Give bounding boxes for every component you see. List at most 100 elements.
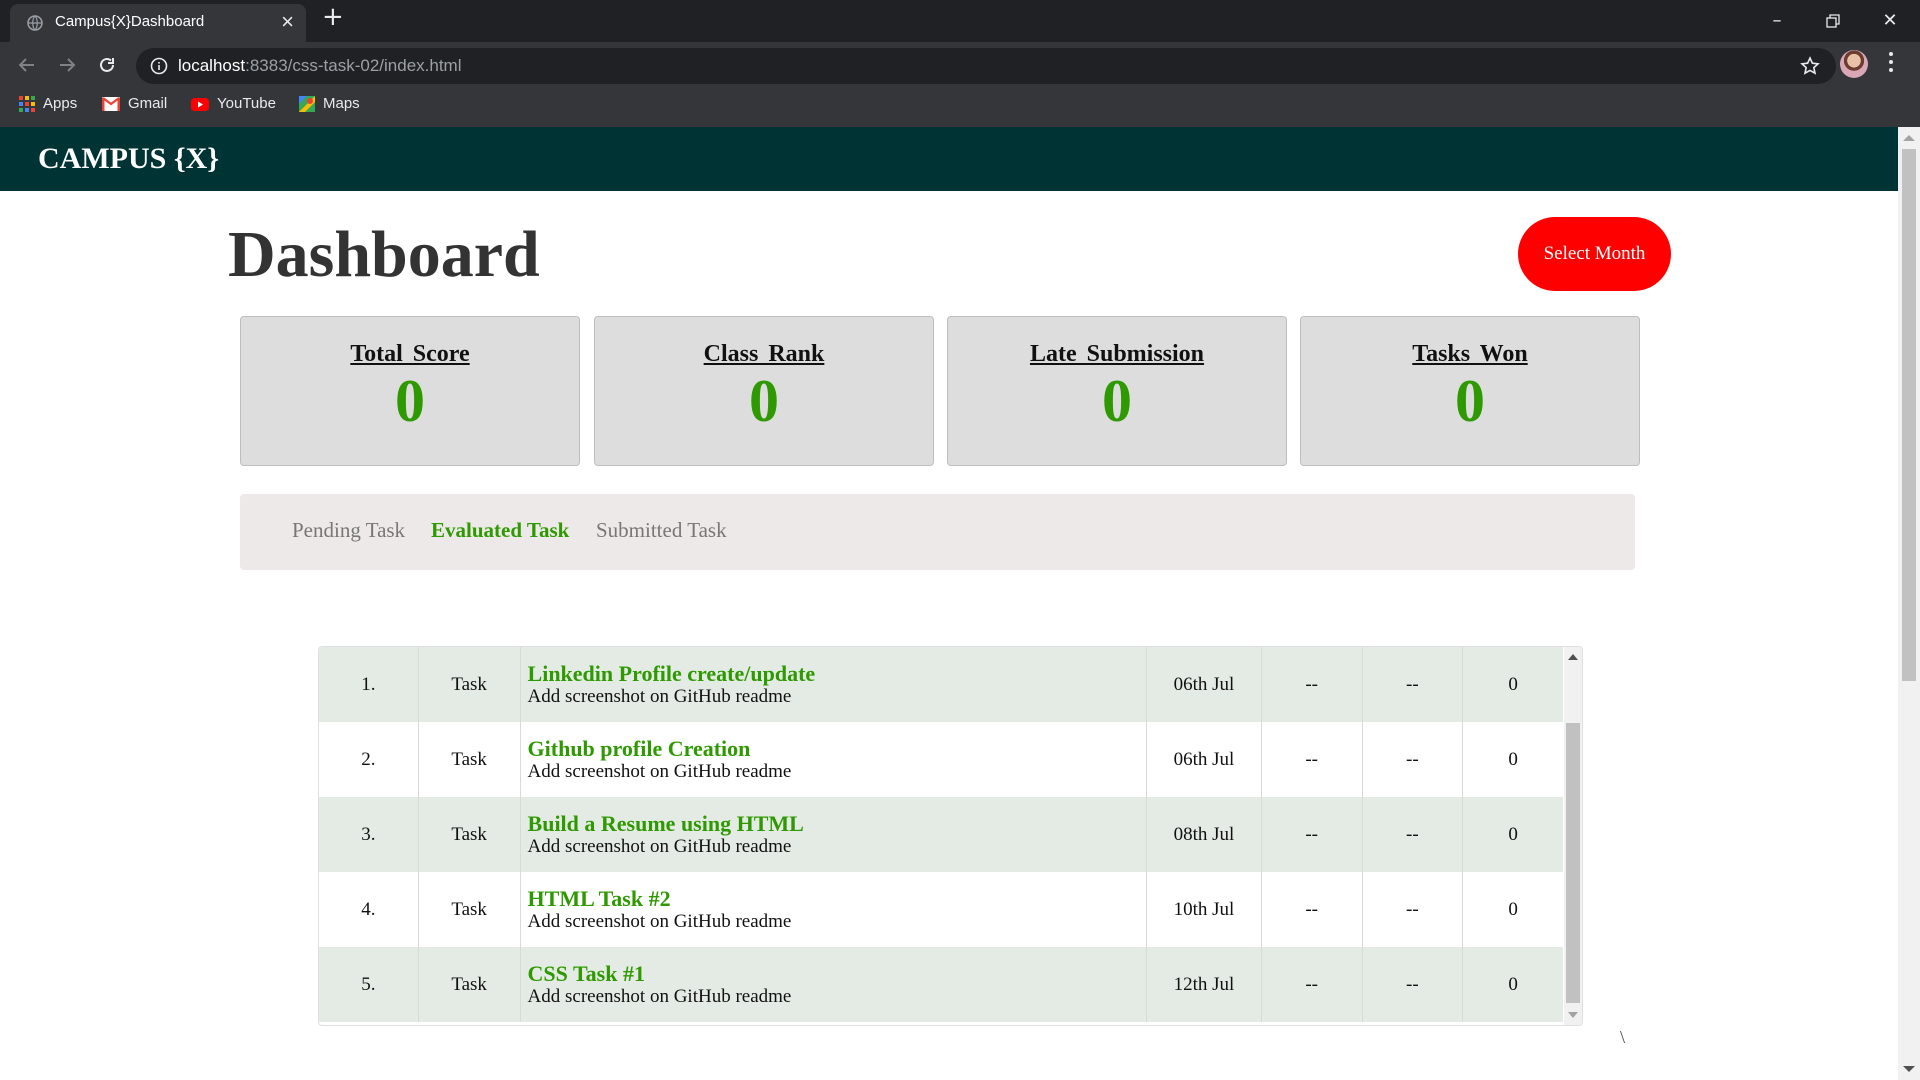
task-date: 06th Jul bbox=[1146, 647, 1262, 722]
tab-evaluated-task[interactable]: Evaluated Task bbox=[431, 518, 569, 543]
task-number: 1. bbox=[319, 647, 419, 722]
stat-card-late-submission: Late Submission 0 bbox=[947, 316, 1287, 466]
page-title: Dashboard bbox=[228, 218, 540, 291]
task-col-a: -- bbox=[1261, 722, 1363, 797]
stat-card-total-score: Total Score 0 bbox=[240, 316, 580, 466]
tab-title: Campus{X}Dashboard bbox=[55, 13, 205, 30]
task-type: Task bbox=[418, 947, 521, 1022]
brand-logo[interactable]: CAMPUS {X} bbox=[38, 142, 219, 176]
forward-button[interactable] bbox=[52, 50, 82, 80]
stat-value: 0 bbox=[749, 368, 779, 434]
task-col-a: -- bbox=[1261, 872, 1363, 947]
apps-grid-icon bbox=[19, 96, 35, 113]
task-date: 06th Jul bbox=[1146, 722, 1262, 797]
task-score: 0 bbox=[1508, 898, 1518, 920]
url-text: localhost:8383/css-task-02/index.html bbox=[178, 56, 462, 75]
task-score: 0 bbox=[1508, 823, 1518, 845]
task-title[interactable]: Linkedin Profile create/update bbox=[528, 661, 1147, 686]
tasks-table-container: 1. Task Linkedin Profile create/update A… bbox=[318, 646, 1583, 1026]
stat-card-class-rank: Class Rank 0 bbox=[594, 316, 934, 466]
restore-icon bbox=[1826, 14, 1840, 28]
task-type: Task bbox=[418, 722, 521, 797]
arrow-left-icon bbox=[18, 58, 34, 72]
tab-submitted-task[interactable]: Submitted Task bbox=[596, 518, 727, 543]
stat-card-tasks-won: Tasks Won 0 bbox=[1300, 316, 1640, 466]
kebab-menu-icon[interactable] bbox=[1888, 52, 1894, 76]
page-scroll-up-arrow-icon[interactable] bbox=[1903, 135, 1915, 141]
table-row[interactable]: 5. Task CSS Task #1 Add screenshot on Gi… bbox=[319, 947, 1563, 1022]
task-number: 4. bbox=[319, 872, 419, 947]
browser-chrome: Campus{X}Dashboard × + – ✕ localhost:838… bbox=[0, 0, 1920, 127]
table-row[interactable]: 2. Task Github profile Creation Add scre… bbox=[319, 722, 1563, 797]
task-type: Task bbox=[418, 797, 521, 872]
bookmarks-bar: Apps Gmail YouTube Maps bbox=[0, 88, 1920, 127]
table-scrollbar[interactable] bbox=[1564, 647, 1582, 1025]
task-type: Task bbox=[418, 647, 521, 722]
tasks-table: 1. Task Linkedin Profile create/update A… bbox=[319, 647, 1563, 1022]
close-window-button[interactable]: ✕ bbox=[1862, 4, 1918, 38]
task-title[interactable]: CSS Task #1 bbox=[528, 961, 1147, 986]
tab-close-icon[interactable]: × bbox=[281, 9, 294, 35]
bookmark-maps[interactable]: Maps bbox=[299, 88, 360, 120]
task-title-cell: Github profile Creation Add screenshot o… bbox=[520, 722, 1148, 797]
gmail-icon bbox=[102, 97, 120, 112]
scroll-down-arrow-icon[interactable] bbox=[1568, 1012, 1578, 1018]
task-title-cell: CSS Task #1 Add screenshot on GitHub rea… bbox=[520, 947, 1148, 1022]
task-subtitle: Add screenshot on GitHub readme bbox=[527, 910, 792, 932]
scroll-up-arrow-icon[interactable] bbox=[1568, 654, 1578, 660]
table-scrollbar-thumb[interactable] bbox=[1566, 723, 1580, 1003]
table-row[interactable]: 4. Task HTML Task #2 Add screenshot on G… bbox=[319, 872, 1563, 947]
task-subtitle: Add screenshot on GitHub readme bbox=[527, 685, 792, 707]
page-scrollbar[interactable] bbox=[1898, 127, 1920, 1080]
task-score: 0 bbox=[1508, 673, 1518, 695]
task-title[interactable]: HTML Task #2 bbox=[528, 886, 1147, 911]
table-row[interactable]: 1. Task Linkedin Profile create/update A… bbox=[319, 647, 1563, 722]
browser-tab[interactable]: Campus{X}Dashboard × bbox=[10, 4, 306, 42]
arrow-right-icon bbox=[60, 58, 76, 72]
page-scrollbar-thumb[interactable] bbox=[1902, 149, 1916, 681]
task-col-a: -- bbox=[1261, 647, 1363, 722]
info-icon[interactable] bbox=[150, 57, 168, 75]
task-number: 2. bbox=[319, 722, 419, 797]
minimize-button[interactable]: – bbox=[1749, 4, 1805, 38]
task-type: Task bbox=[418, 872, 521, 947]
task-tabs-panel: Pending Task Evaluated Task Submitted Ta… bbox=[240, 494, 1635, 570]
task-score: 0 bbox=[1508, 748, 1518, 770]
task-subtitle: Add screenshot on GitHub readme bbox=[527, 985, 792, 1007]
task-date: 10th Jul bbox=[1146, 872, 1262, 947]
bookmark-apps[interactable]: Apps bbox=[19, 88, 77, 120]
reload-button[interactable] bbox=[92, 50, 122, 80]
bookmark-gmail[interactable]: Gmail bbox=[102, 88, 167, 120]
profile-avatar[interactable] bbox=[1840, 50, 1868, 78]
table-row[interactable]: 3. Task Build a Resume using HTML Add sc… bbox=[319, 797, 1563, 872]
select-month-button[interactable]: Select Month bbox=[1518, 217, 1671, 291]
task-subtitle: Add screenshot on GitHub readme bbox=[527, 835, 792, 857]
task-title-cell: Build a Resume using HTML Add screenshot… bbox=[520, 797, 1148, 872]
youtube-icon bbox=[191, 97, 209, 111]
new-tab-button[interactable]: + bbox=[322, 2, 344, 32]
tab-strip: Campus{X}Dashboard × + – ✕ bbox=[0, 0, 1920, 42]
address-bar[interactable]: localhost:8383/css-task-02/index.html bbox=[136, 48, 1836, 84]
page-viewport: CAMPUS {X} Dashboard Select Month Total … bbox=[0, 127, 1898, 1080]
task-title[interactable]: Github profile Creation bbox=[528, 736, 1147, 761]
bookmark-youtube[interactable]: YouTube bbox=[191, 88, 276, 120]
stat-label: Total Score bbox=[350, 341, 470, 367]
back-button[interactable] bbox=[12, 50, 42, 80]
task-col-b: -- bbox=[1362, 797, 1464, 872]
tab-pending-task[interactable]: Pending Task bbox=[292, 518, 405, 543]
task-title-cell: Linkedin Profile create/update Add scree… bbox=[520, 647, 1148, 722]
task-col-b: -- bbox=[1362, 872, 1464, 947]
task-date: 12th Jul bbox=[1146, 947, 1262, 1022]
task-col-a: -- bbox=[1261, 797, 1363, 872]
stat-value: 0 bbox=[395, 368, 425, 434]
task-col-b: -- bbox=[1362, 722, 1464, 797]
task-title[interactable]: Build a Resume using HTML bbox=[528, 811, 1147, 836]
task-subtitle: Add screenshot on GitHub readme bbox=[527, 760, 792, 782]
stray-text: \ bbox=[1620, 1027, 1626, 1047]
task-date: 08th Jul bbox=[1146, 797, 1262, 872]
site-navbar: CAMPUS {X} bbox=[0, 127, 1898, 191]
star-icon[interactable] bbox=[1800, 56, 1820, 76]
task-number: 3. bbox=[319, 797, 419, 872]
page-scroll-down-arrow-icon[interactable] bbox=[1903, 1066, 1915, 1072]
restore-button[interactable] bbox=[1805, 4, 1861, 38]
